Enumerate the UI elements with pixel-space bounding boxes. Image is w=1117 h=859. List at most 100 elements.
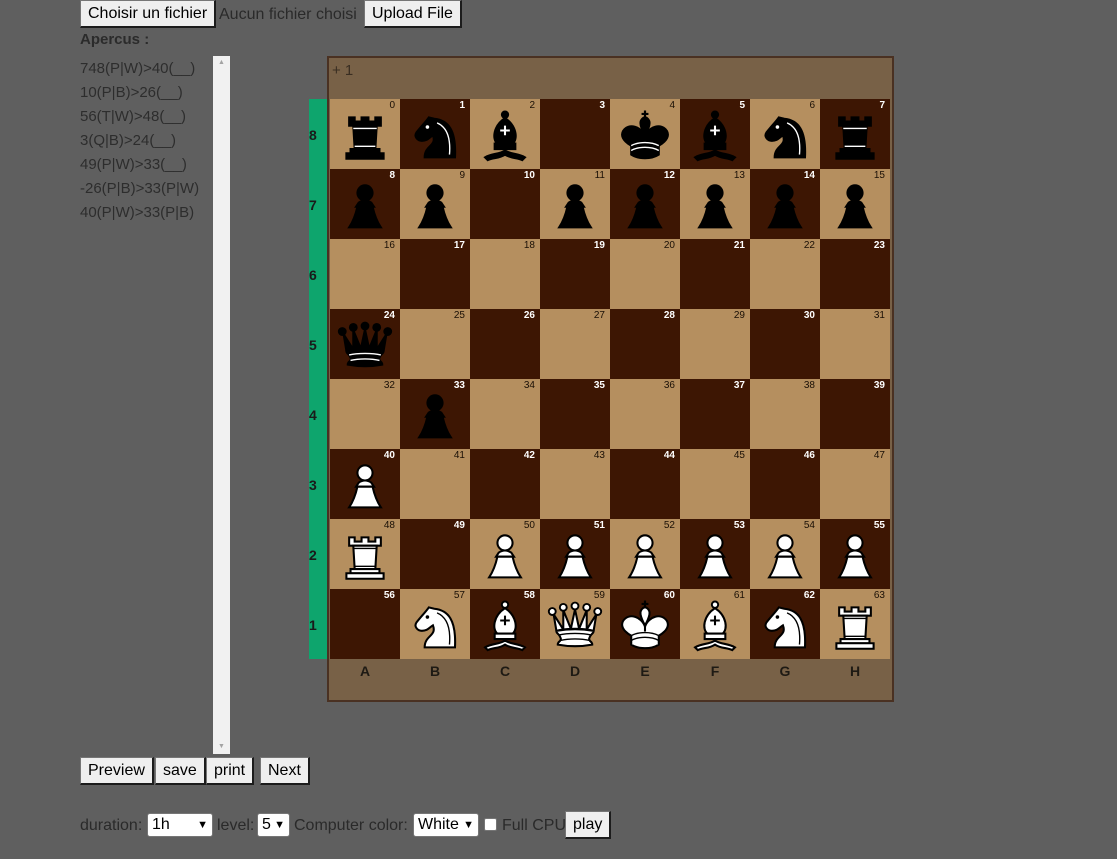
board-square[interactable]: 17: [400, 239, 470, 309]
board-square[interactable]: 20: [610, 239, 680, 309]
square-index: 18: [523, 240, 535, 251]
computer-color-select[interactable]: White ▼: [413, 813, 479, 837]
full-cpu-checkbox[interactable]: [484, 818, 497, 831]
board-square[interactable]: 24: [330, 309, 400, 379]
board-square[interactable]: 38: [750, 379, 820, 449]
board-square[interactable]: 12: [610, 169, 680, 239]
board-square[interactable]: 18: [470, 239, 540, 309]
board-square[interactable]: 15: [820, 169, 890, 239]
square-index: 49: [453, 520, 465, 531]
board-square[interactable]: 30: [750, 309, 820, 379]
board-square[interactable]: 49: [400, 519, 470, 589]
board-square[interactable]: 2: [470, 99, 540, 169]
board-square[interactable]: 61: [680, 589, 750, 659]
board-square[interactable]: 62: [750, 589, 820, 659]
duration-value: 1h: [152, 816, 170, 833]
square-index: 26: [523, 310, 535, 321]
play-button[interactable]: play: [565, 811, 612, 839]
board-square[interactable]: 35: [540, 379, 610, 449]
file-label: B: [429, 663, 441, 679]
next-button[interactable]: Next: [260, 757, 310, 785]
board-square[interactable]: 16: [330, 239, 400, 309]
board-square[interactable]: 53: [680, 519, 750, 589]
print-button[interactable]: print: [206, 757, 255, 785]
board-square[interactable]: 10: [470, 169, 540, 239]
rank-label: 1: [309, 617, 317, 633]
board-square[interactable]: 54: [750, 519, 820, 589]
scroll-up-icon[interactable]: ▲: [213, 56, 230, 70]
board-square[interactable]: 9: [400, 169, 470, 239]
board-square[interactable]: 42: [470, 449, 540, 519]
board-square[interactable]: 58: [470, 589, 540, 659]
board-square[interactable]: 55: [820, 519, 890, 589]
square-index: 42: [523, 450, 535, 461]
board-square[interactable]: 32: [330, 379, 400, 449]
board-square[interactable]: 1: [400, 99, 470, 169]
square-index: 22: [803, 240, 815, 251]
file-label: G: [779, 663, 791, 679]
save-button[interactable]: save: [155, 757, 206, 785]
file-label: F: [710, 663, 720, 679]
board-square[interactable]: 3: [540, 99, 610, 169]
board-square[interactable]: 14: [750, 169, 820, 239]
preview-button[interactable]: Preview: [80, 757, 154, 785]
board-square[interactable]: 56: [330, 589, 400, 659]
board-square[interactable]: 60: [610, 589, 680, 659]
square-index: 19: [593, 240, 605, 251]
board-square[interactable]: 52: [610, 519, 680, 589]
upload-file-button[interactable]: Upload File: [364, 0, 462, 28]
board-square[interactable]: 41: [400, 449, 470, 519]
square-index: 3: [599, 100, 605, 111]
square-index: 38: [803, 380, 815, 391]
board-square[interactable]: 11: [540, 169, 610, 239]
square-index: 47: [873, 450, 885, 461]
move-list: 748(P|W)>40(__) 10(P|B)>26(__) 56(T|W)>48(…: [80, 59, 230, 227]
board-square[interactable]: 8: [330, 169, 400, 239]
board-square[interactable]: 44: [610, 449, 680, 519]
board-square[interactable]: 21: [680, 239, 750, 309]
choose-file-button[interactable]: Choisir un fichier: [80, 0, 217, 28]
board-square[interactable]: 37: [680, 379, 750, 449]
board-square[interactable]: 7: [820, 99, 890, 169]
board-square[interactable]: 57: [400, 589, 470, 659]
duration-select[interactable]: 1h ▼: [147, 813, 213, 837]
board-square[interactable]: 13: [680, 169, 750, 239]
file-label: D: [569, 663, 581, 679]
rank-label: 3: [309, 477, 317, 493]
board-square[interactable]: 0: [330, 99, 400, 169]
board-square[interactable]: 31: [820, 309, 890, 379]
board-square[interactable]: 33: [400, 379, 470, 449]
board-square[interactable]: 5: [680, 99, 750, 169]
board-square[interactable]: 48: [330, 519, 400, 589]
board-square[interactable]: 51: [540, 519, 610, 589]
board-square[interactable]: 36: [610, 379, 680, 449]
board-square[interactable]: 63: [820, 589, 890, 659]
board-square[interactable]: 43: [540, 449, 610, 519]
board-square[interactable]: 28: [610, 309, 680, 379]
board-square[interactable]: 27: [540, 309, 610, 379]
board-square[interactable]: 19: [540, 239, 610, 309]
board-square[interactable]: 39: [820, 379, 890, 449]
board-square[interactable]: 4: [610, 99, 680, 169]
board-square[interactable]: 47: [820, 449, 890, 519]
board-square[interactable]: 22: [750, 239, 820, 309]
square-index: 21: [733, 240, 745, 251]
level-label: level:: [217, 817, 255, 834]
board-square[interactable]: 50: [470, 519, 540, 589]
board-square[interactable]: 29: [680, 309, 750, 379]
chessboard[interactable]: 0 1 2 34 5 6 7 8 9 10 11 12 13 14 15 16 …: [330, 99, 890, 659]
board-square[interactable]: 6: [750, 99, 820, 169]
move-list-scrollbar[interactable]: ▲ ▼: [213, 56, 230, 754]
square-index: 36: [663, 380, 675, 391]
board-square[interactable]: 59: [540, 589, 610, 659]
board-square[interactable]: 34: [470, 379, 540, 449]
board-square[interactable]: 46: [750, 449, 820, 519]
board-square[interactable]: 25: [400, 309, 470, 379]
board-square[interactable]: 23: [820, 239, 890, 309]
board-square[interactable]: 26: [470, 309, 540, 379]
level-select[interactable]: 5 ▼: [257, 813, 290, 837]
square-index: 41: [453, 450, 465, 461]
board-square[interactable]: 45: [680, 449, 750, 519]
scroll-down-icon[interactable]: ▼: [213, 740, 230, 754]
board-square[interactable]: 40: [330, 449, 400, 519]
